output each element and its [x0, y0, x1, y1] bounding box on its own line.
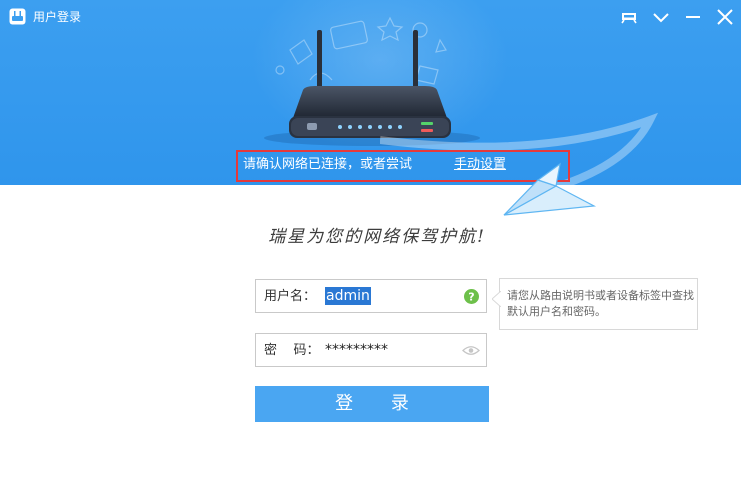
tooltip-arrow-icon — [492, 291, 501, 307]
minimize-button[interactable] — [681, 6, 705, 28]
password-field[interactable]: 密 码： ********* — [255, 333, 487, 367]
username-label: 用户名： — [264, 289, 317, 304]
username-field[interactable]: 用户名： admin ? — [255, 279, 487, 313]
password-label: 密 码： — [264, 343, 320, 358]
close-icon — [717, 9, 733, 25]
connection-notice: 请确认网络已连接，或者尝试 — [243, 157, 413, 172]
dropdown-button[interactable] — [649, 6, 673, 28]
skin-button[interactable] — [617, 6, 641, 28]
eye-icon[interactable] — [462, 345, 480, 356]
router-app-icon — [9, 8, 26, 25]
username-input[interactable]: admin — [325, 287, 371, 305]
close-button[interactable] — [713, 6, 737, 28]
paper-plane-icon — [503, 162, 597, 216]
minimize-icon — [686, 16, 700, 18]
svg-text:?: ? — [468, 291, 474, 304]
password-input[interactable]: ********* — [325, 341, 388, 359]
login-button[interactable]: 登 录 — [255, 386, 489, 422]
chevron-down-icon — [653, 13, 669, 23]
slogan-text: 瑞星为您的网络保驾护航! — [268, 227, 486, 247]
hint-text: 请您从路由说明书或者设备标签中查找默认用户名和密码。 — [507, 289, 694, 318]
help-icon[interactable]: ? — [464, 289, 479, 304]
skin-icon — [621, 13, 637, 24]
hint-tooltip: 请您从路由说明书或者设备标签中查找默认用户名和密码。 — [492, 278, 698, 330]
window-title: 用户登录 — [33, 10, 82, 24]
